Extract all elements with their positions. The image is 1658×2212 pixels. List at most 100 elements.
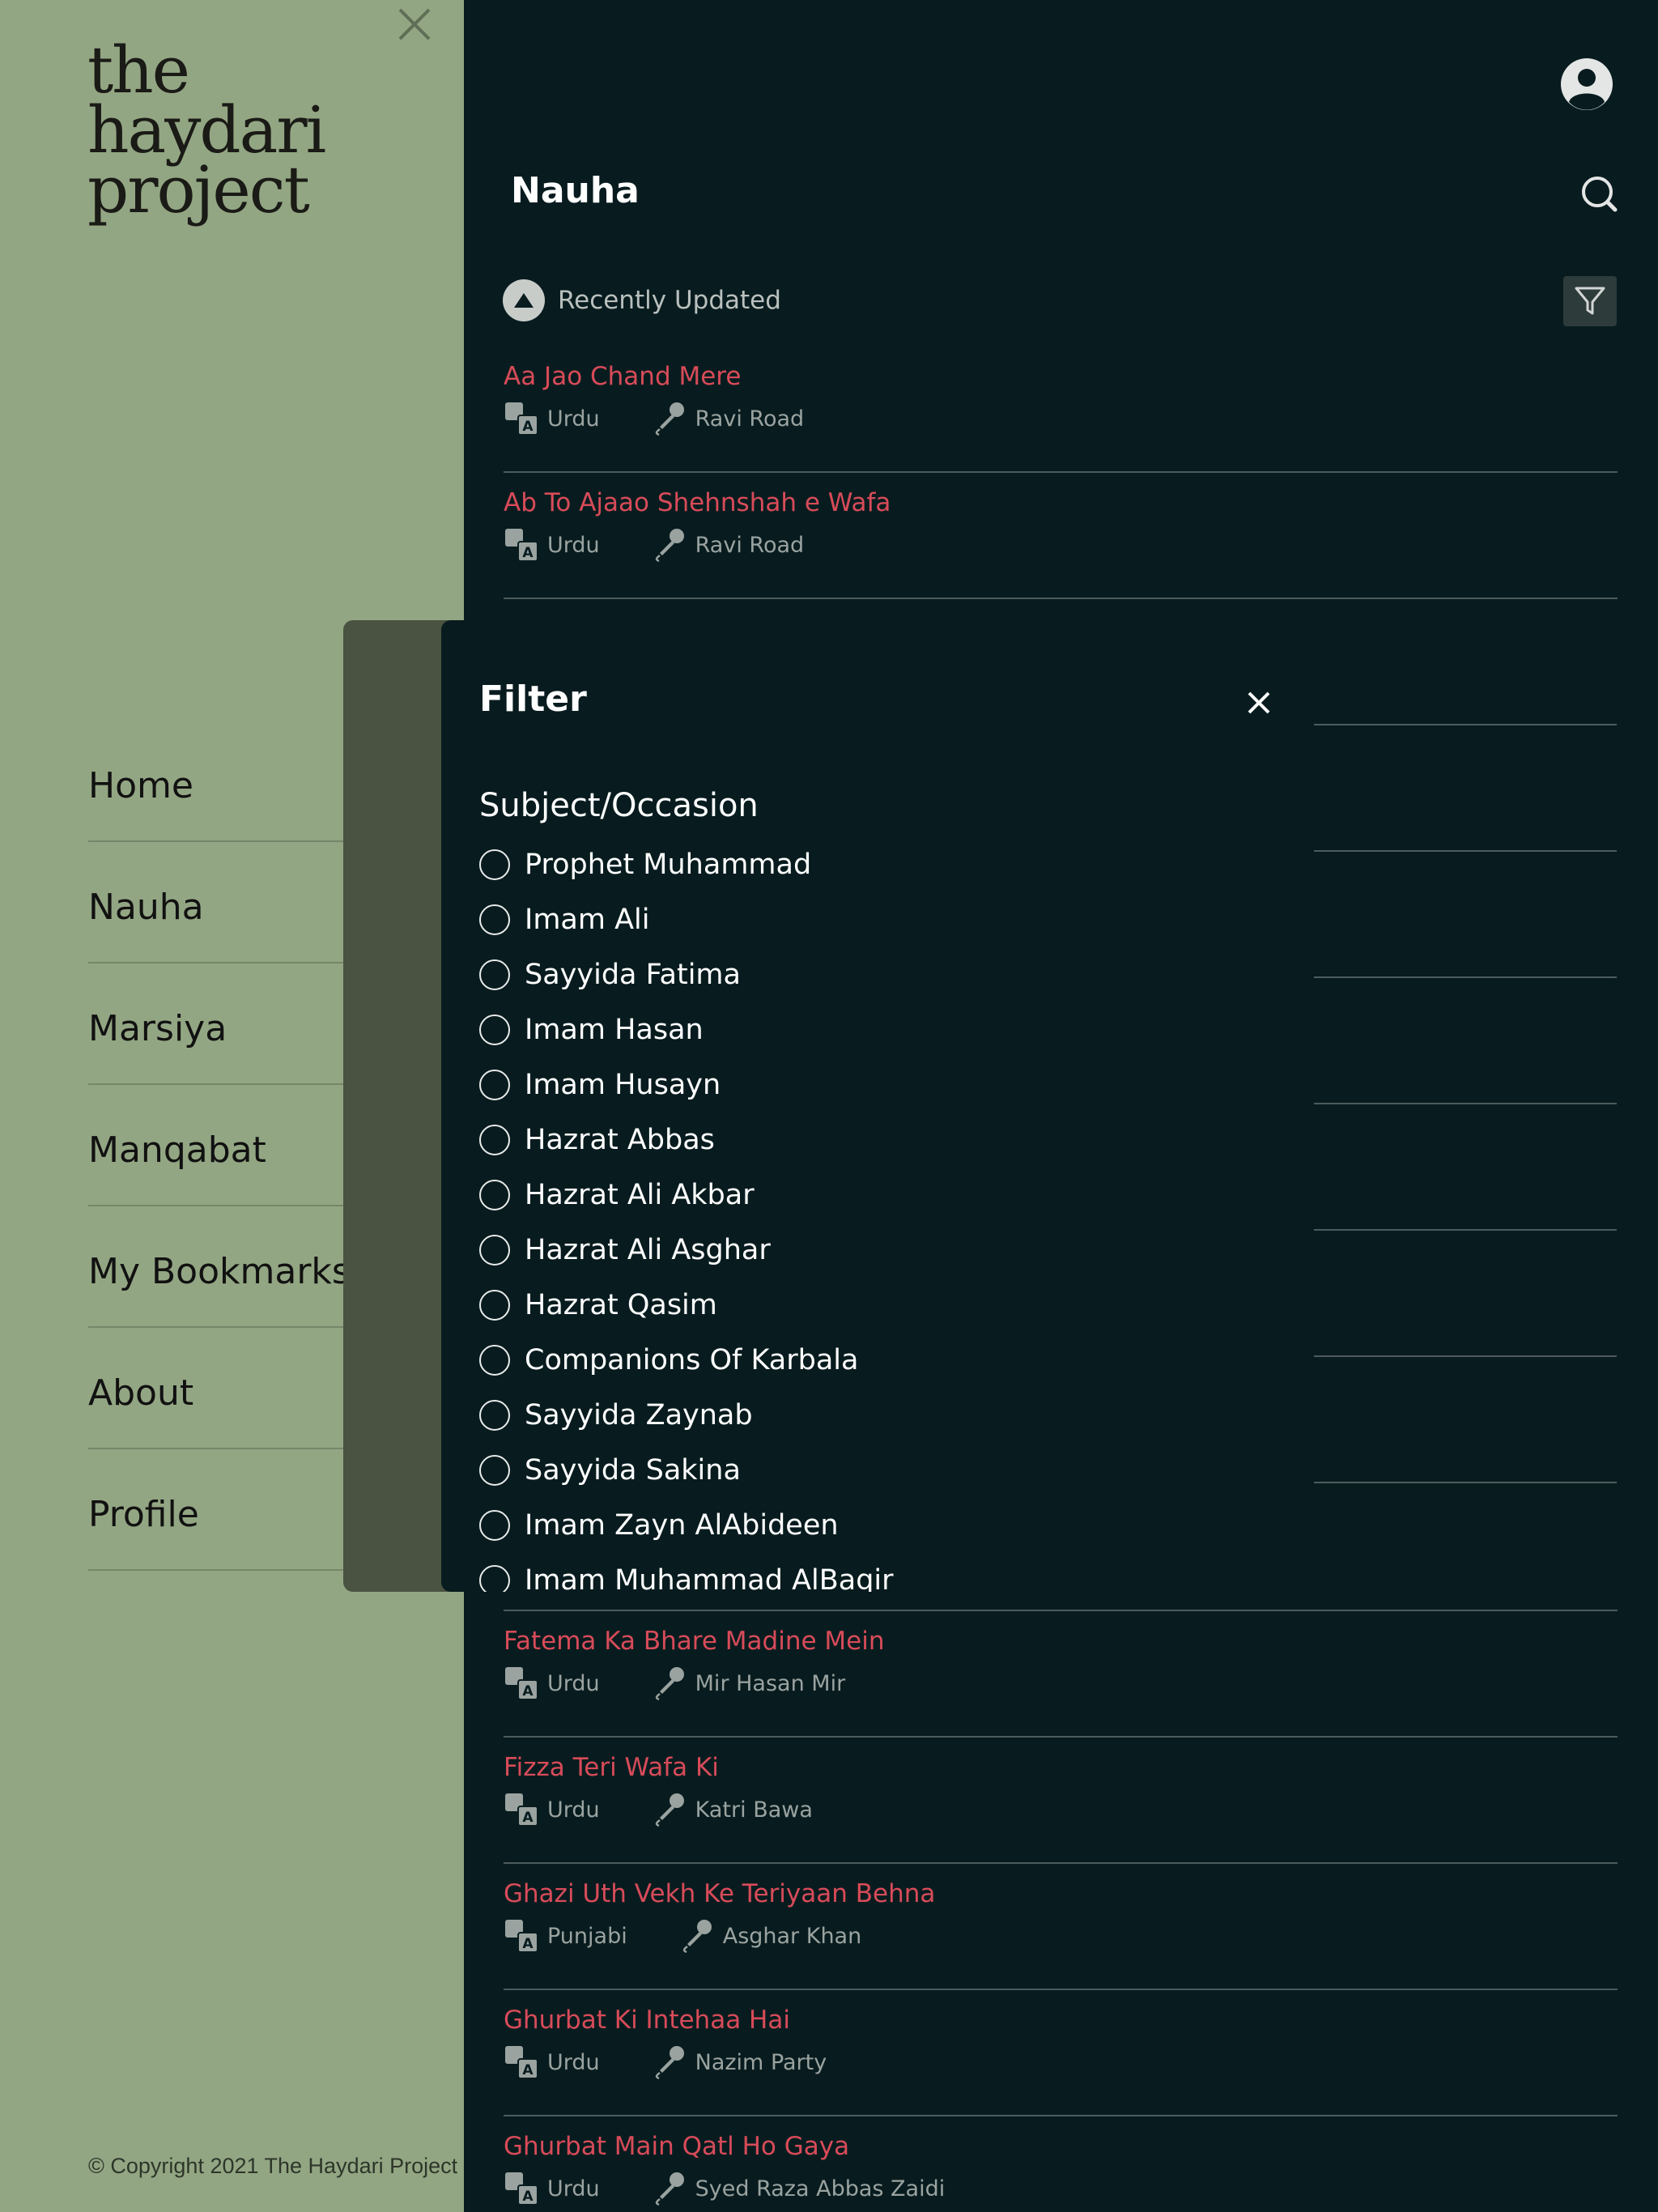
svg-text:A: A xyxy=(522,419,534,435)
translate-icon: A xyxy=(505,529,538,562)
sort-toggle[interactable]: Recently Updated xyxy=(503,279,781,321)
svg-text:A: A xyxy=(522,2189,534,2205)
song-title: Fatema Ka Bhare Madine Mein xyxy=(504,1627,885,1656)
song-reciter: Asghar Khan xyxy=(722,1923,862,1949)
song-title: Ghazi Uth Vekh Ke Teriyaan Behna xyxy=(504,1879,936,1908)
filter-panel-shadow xyxy=(343,620,457,1592)
radio-button[interactable] xyxy=(479,959,510,990)
filter-option[interactable]: Hazrat Ali Akbar xyxy=(479,1168,1208,1223)
song-title: Aa Jao Chand Mere xyxy=(504,362,742,391)
radio-button[interactable] xyxy=(479,1510,510,1541)
filter-option[interactable]: Hazrat Qasim xyxy=(479,1278,1208,1333)
svg-text:A: A xyxy=(522,2062,534,2078)
filter-option-label: Sayyida Fatima xyxy=(525,959,741,991)
triangle-up-icon xyxy=(514,293,534,308)
translate-icon: A xyxy=(505,1920,538,1953)
song-item[interactable]: Ab To Ajaao Shehnshah e Wafa A Urdu Ravi… xyxy=(504,473,1618,599)
filter-option[interactable]: Imam Zayn AlAbideen xyxy=(479,1498,1208,1553)
song-item[interactable]: Fatema Ka Bhare Madine Mein A Urdu Mir H… xyxy=(504,1611,1618,1738)
search-icon[interactable] xyxy=(1579,174,1620,215)
filter-option-label: Companions Of Karbala xyxy=(525,1344,859,1376)
radio-button[interactable] xyxy=(479,1070,510,1100)
filter-button[interactable] xyxy=(1563,276,1617,326)
song-title: Ab To Ajaao Shehnshah e Wafa xyxy=(504,488,891,517)
copyright: © Copyright 2021 The Haydari Project xyxy=(88,2154,458,2178)
filter-option[interactable]: Sayyida Fatima xyxy=(479,947,1208,1002)
song-language: Urdu xyxy=(547,2176,600,2201)
song-meta: A Punjabi Asghar Khan xyxy=(504,1914,1618,1958)
song-language: Urdu xyxy=(547,1797,600,1823)
filter-option-label: Sayyida Zaynab xyxy=(525,1399,753,1431)
svg-text:A: A xyxy=(522,1810,534,1826)
microphone-icon xyxy=(655,402,684,436)
song-title: Ghurbat Main Qatl Ho Gaya xyxy=(504,2132,850,2161)
song-reciter: Syed Raza Abbas Zaidi xyxy=(695,2176,946,2201)
radio-button[interactable] xyxy=(479,1180,510,1210)
radio-button[interactable] xyxy=(479,1565,510,1592)
translate-icon: A xyxy=(505,1667,538,1700)
radio-button[interactable] xyxy=(479,1290,510,1321)
close-icon[interactable] xyxy=(1243,687,1275,719)
funnel-icon xyxy=(1575,287,1605,315)
radio-button[interactable] xyxy=(479,1455,510,1486)
microphone-icon xyxy=(655,2046,684,2080)
translate-icon: A xyxy=(505,402,538,436)
filter-option-label: Imam Zayn AlAbideen xyxy=(525,1509,839,1542)
divider xyxy=(1314,1357,1617,1483)
translate-icon: A xyxy=(505,2046,538,2079)
song-item[interactable]: Fizza Teri Wafa Ki A Urdu Katri Bawa xyxy=(504,1738,1618,1864)
filter-option-label: Hazrat Ali Asghar xyxy=(525,1234,771,1266)
song-language: Urdu xyxy=(547,2049,600,2075)
divider xyxy=(1314,978,1617,1104)
filter-option[interactable]: Imam Ali xyxy=(479,892,1208,947)
sidebar-close-icon[interactable] xyxy=(395,5,434,44)
filter-option-label: Hazrat Qasim xyxy=(525,1289,717,1321)
song-item[interactable]: Aa Jao Chand Mere A Urdu Ravi Road xyxy=(504,347,1618,473)
page-title: Nauha xyxy=(511,170,640,211)
filter-title: Filter xyxy=(479,678,587,720)
microphone-icon xyxy=(655,1667,684,1701)
filter-panel: Filter Subject/Occasion Prophet Muhammad… xyxy=(441,620,1314,1592)
filter-option[interactable]: Sayyida Sakina xyxy=(479,1443,1208,1498)
filter-option[interactable]: Companions Of Karbala xyxy=(479,1333,1208,1388)
radio-button[interactable] xyxy=(479,849,510,880)
filter-section-title: Subject/Occasion xyxy=(479,787,759,824)
filter-options: Prophet Muhammad Imam Ali Sayyida Fatima… xyxy=(479,837,1208,1592)
translate-icon: A xyxy=(505,2172,538,2206)
logo[interactable]: the haydari project xyxy=(87,32,326,223)
song-title: Fizza Teri Wafa Ki xyxy=(504,1753,719,1782)
radio-button[interactable] xyxy=(479,1235,510,1266)
filter-option[interactable]: Prophet Muhammad xyxy=(479,837,1208,892)
filter-option-label: Sayyida Sakina xyxy=(525,1454,741,1487)
song-reciter: Nazim Party xyxy=(695,2049,827,2075)
filter-option[interactable]: Imam Husayn xyxy=(479,1057,1208,1112)
radio-button[interactable] xyxy=(479,904,510,935)
filter-option-label: Imam Husayn xyxy=(525,1069,721,1101)
filter-option[interactable]: Imam Muhammad AlBaqir xyxy=(479,1553,1208,1592)
song-item[interactable]: Ghurbat Ki Intehaa Hai A Urdu Nazim Part… xyxy=(504,1990,1618,2116)
filter-option[interactable]: Hazrat Abbas xyxy=(479,1112,1208,1168)
divider xyxy=(1314,599,1617,725)
svg-text:A: A xyxy=(522,545,534,561)
radio-button[interactable] xyxy=(479,1015,510,1045)
song-meta: A Urdu Ravi Road xyxy=(504,397,1618,440)
song-meta: A Urdu Mir Hasan Mir xyxy=(504,1661,1618,1705)
radio-button[interactable] xyxy=(479,1125,510,1155)
song-reciter: Katri Bawa xyxy=(695,1797,813,1823)
logo-line: the xyxy=(87,32,190,108)
list-dividers xyxy=(1314,599,1617,1483)
filter-option-label: Imam Ali xyxy=(525,904,650,936)
song-language: Urdu xyxy=(547,406,600,432)
radio-button[interactable] xyxy=(479,1400,510,1431)
song-language: Punjabi xyxy=(547,1923,627,1949)
filter-option[interactable]: Imam Hasan xyxy=(479,1002,1208,1057)
user-avatar-icon[interactable] xyxy=(1559,57,1614,112)
filter-option[interactable]: Hazrat Ali Asghar xyxy=(479,1223,1208,1278)
song-item[interactable]: Ghazi Uth Vekh Ke Teriyaan Behna A Punja… xyxy=(504,1864,1618,1990)
svg-text:A: A xyxy=(522,1936,534,1952)
radio-button[interactable] xyxy=(479,1345,510,1376)
filter-option[interactable]: Sayyida Zaynab xyxy=(479,1388,1208,1443)
sort-direction-icon xyxy=(503,279,545,321)
song-item[interactable]: Ghurbat Main Qatl Ho Gaya A Urdu Syed Ra… xyxy=(504,2116,1618,2212)
song-reciter: Mir Hasan Mir xyxy=(695,1670,846,1696)
